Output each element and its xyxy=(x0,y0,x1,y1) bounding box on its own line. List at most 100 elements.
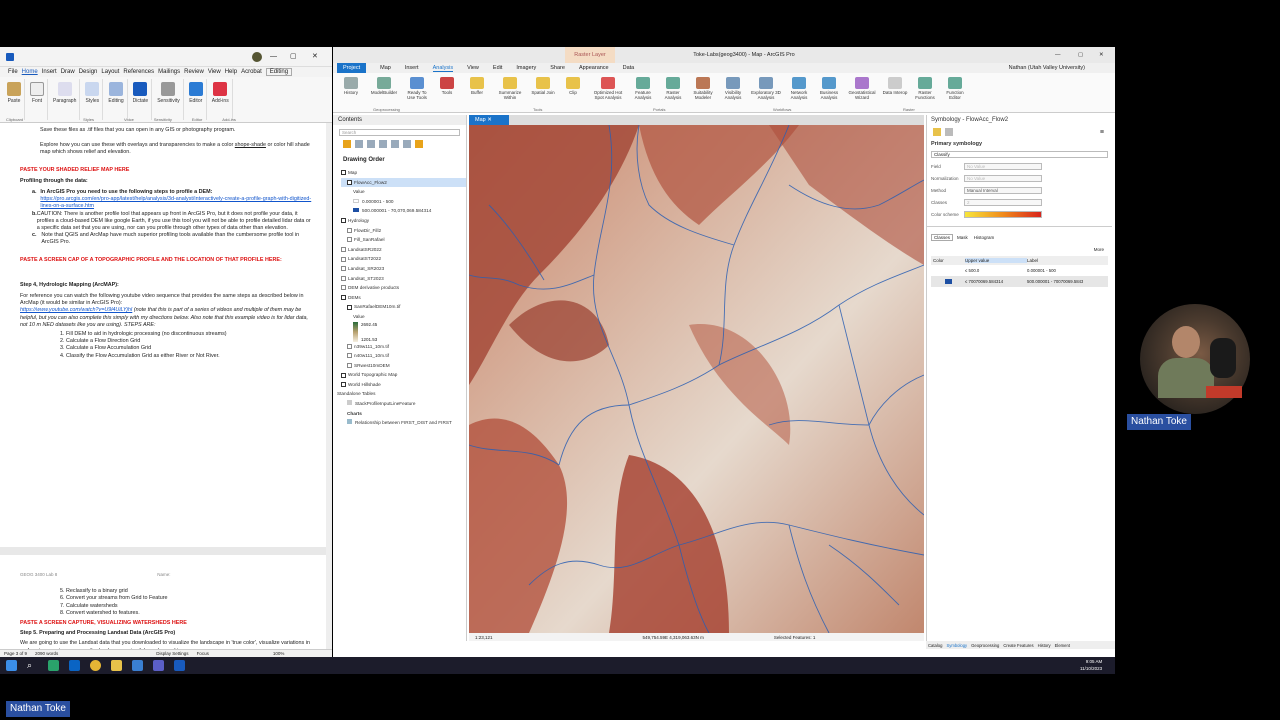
layer-item[interactable]: Map xyxy=(341,168,466,178)
arcgis-pro-icon[interactable] xyxy=(132,660,143,671)
tab-analysis[interactable]: Analysis xyxy=(432,65,454,72)
table-item[interactable]: StackProfileInputLineFeature xyxy=(341,399,466,409)
tool-summarize[interactable]: Summarize Within xyxy=(493,75,527,110)
tab-element[interactable]: Element xyxy=(1055,643,1070,648)
tab-symbology[interactable]: Symbology xyxy=(946,643,967,648)
list-by-type-icon[interactable] xyxy=(415,140,423,148)
maximize-icon[interactable]: ▢ xyxy=(1078,47,1083,63)
menu-insert[interactable]: Insert xyxy=(42,69,57,75)
layer-item-selected[interactable]: FlowAcc_Flow2 xyxy=(341,177,466,188)
scrollbar[interactable] xyxy=(326,123,332,649)
menu-layout[interactable]: Layout xyxy=(101,69,119,75)
basemap-item[interactable]: World Topographic Map xyxy=(341,370,466,380)
close-icon[interactable]: ✕ xyxy=(1099,47,1104,63)
tab-histogram[interactable]: Histogram xyxy=(972,235,997,240)
tab-appearance[interactable]: Appearance xyxy=(579,65,609,71)
method-dropdown[interactable]: Manual Interval xyxy=(964,186,1042,194)
doc-link[interactable]: https://pro.arcgis.com/en/pro-app/latest… xyxy=(40,196,312,210)
vary-symbology-icon[interactable] xyxy=(945,128,953,136)
field-dropdown[interactable]: No Value xyxy=(964,162,1042,170)
tool-geostatistical[interactable]: Geostatistical Wizard xyxy=(845,75,879,110)
editing-mode-button[interactable]: Editing xyxy=(265,68,293,76)
tab-view[interactable]: View xyxy=(467,65,479,71)
menu-file[interactable]: File xyxy=(8,69,18,75)
upper-value-cell[interactable]: ≤ 500.0 xyxy=(965,268,1027,273)
ribbon-editor[interactable]: Editor xyxy=(186,79,207,120)
layer-item[interactable]: SRwest10mDEM xyxy=(341,361,466,371)
menu-design[interactable]: Design xyxy=(79,69,98,75)
ribbon-styles[interactable]: Styles xyxy=(82,79,104,120)
chart-item[interactable]: Relationship between FIRST_DIST and FIRS… xyxy=(341,418,466,428)
layer-group[interactable]: DEMs xyxy=(341,293,466,303)
menu-help[interactable]: Help xyxy=(225,69,237,75)
layer-item[interactable]: LandsatSR2022 xyxy=(341,245,466,255)
table-row[interactable]: ≤ 70070069.584314 500.000001 - 70070069.… xyxy=(931,276,1108,287)
tab-catalog[interactable]: Catalog xyxy=(928,643,942,648)
menu-view[interactable]: View xyxy=(208,69,221,75)
list-by-drawing-order-icon[interactable] xyxy=(343,140,351,148)
list-by-selection-icon[interactable] xyxy=(367,140,375,148)
tab-map[interactable]: Map xyxy=(380,65,391,71)
word-count[interactable]: 2090 words xyxy=(35,651,58,656)
teams-icon[interactable] xyxy=(153,660,164,671)
tool-hotspot[interactable]: Optimized Hot Spot Analysis xyxy=(589,75,627,110)
display-settings-button[interactable]: Display Settings xyxy=(156,651,188,656)
layer-item[interactable]: SanRafaelDEM10m.tif xyxy=(341,302,466,312)
list-by-snapping-icon[interactable] xyxy=(391,140,399,148)
tab-imagery[interactable]: Imagery xyxy=(516,65,536,71)
table-row[interactable]: ≤ 500.0 0.000001 - 500 xyxy=(931,265,1108,276)
tab-create-features[interactable]: Create Features xyxy=(1003,643,1033,648)
tool-business[interactable]: Business Analysis xyxy=(815,75,843,110)
layer-group[interactable]: DEM derivative products xyxy=(341,283,466,293)
list-by-labeling-icon[interactable] xyxy=(403,140,411,148)
search-icon[interactable]: ⌕ xyxy=(27,660,38,671)
menu-mailings[interactable]: Mailings xyxy=(158,69,180,75)
clock[interactable]: 9:05 AM 11/10/2023 xyxy=(1080,658,1102,672)
list-by-source-icon[interactable] xyxy=(355,140,363,148)
chrome-icon[interactable] xyxy=(90,660,101,671)
tab-geoprocessing[interactable]: Geoprocessing xyxy=(971,643,999,648)
layer-item[interactable]: Landsat_SR2023 xyxy=(341,264,466,274)
tool-exploratory-3d[interactable]: Exploratory 3D Analysis xyxy=(749,75,783,110)
label-cell[interactable]: 0.000001 - 500 xyxy=(1027,268,1056,273)
classes-input[interactable]: 2 xyxy=(964,198,1042,206)
tool-feature-analysis[interactable]: Feature Analysis xyxy=(629,75,657,110)
label-cell[interactable]: 500.000001 - 70070069.5843 xyxy=(1027,279,1083,284)
menu-references[interactable]: References xyxy=(123,69,154,75)
tool-suitability[interactable]: Suitability Modeler xyxy=(689,75,717,110)
menu-acrobat[interactable]: Acrobat xyxy=(241,69,262,75)
layer-item[interactable]: n39w111_10m.tif xyxy=(341,342,466,352)
close-icon[interactable]: ✕ xyxy=(312,52,318,60)
ribbon-editing[interactable]: Editing xyxy=(105,79,128,120)
tab-classes[interactable]: Classes xyxy=(931,234,954,241)
edge-icon[interactable] xyxy=(48,660,59,671)
tab-history[interactable]: History xyxy=(1038,643,1051,648)
maximize-icon[interactable]: ▢ xyxy=(290,52,297,60)
file-explorer-icon[interactable] xyxy=(111,660,122,671)
more-button[interactable]: More xyxy=(1094,247,1104,252)
normalization-dropdown[interactable]: No Value xyxy=(964,174,1042,182)
layer-item[interactable]: Landsat_ST2023 xyxy=(341,274,466,284)
tab-share[interactable]: Share xyxy=(550,65,565,71)
scale-selector[interactable]: 1:23,121 xyxy=(475,635,493,640)
doc-link[interactable]: https://www.youtube.com/watch?v=U9l4UiLY… xyxy=(20,307,132,313)
tool-history[interactable]: History xyxy=(337,75,365,110)
tool-visibility[interactable]: Visibility Analysis xyxy=(719,75,747,110)
tool-ready-to-use[interactable]: Ready To Use Tools xyxy=(403,75,431,110)
focus-button[interactable]: Focus xyxy=(197,651,209,656)
layer-item[interactable]: FlowDir_Fill2 xyxy=(341,226,466,236)
tool-tools[interactable]: Tools xyxy=(433,75,461,110)
tool-raster-functions[interactable]: Raster Functions xyxy=(911,75,939,110)
tool-function-editor[interactable]: Function Editor xyxy=(941,75,969,110)
menu-home[interactable]: Home xyxy=(22,69,38,75)
avatar[interactable] xyxy=(252,52,262,62)
tool-network[interactable]: Network Analysis xyxy=(785,75,813,110)
basemap-item[interactable]: World Hillshade xyxy=(341,380,466,390)
menu-icon[interactable]: ≡ xyxy=(1100,129,1104,136)
map-tab[interactable]: Map ✕ xyxy=(469,115,509,125)
tab-project[interactable]: Project xyxy=(337,63,367,73)
ribbon-dictate[interactable]: Dictate xyxy=(130,79,153,120)
zoom-level[interactable]: 100% xyxy=(273,651,285,656)
tool-raster-analysis[interactable]: Raster Analysis xyxy=(659,75,687,110)
search-input[interactable]: Search xyxy=(339,129,460,136)
